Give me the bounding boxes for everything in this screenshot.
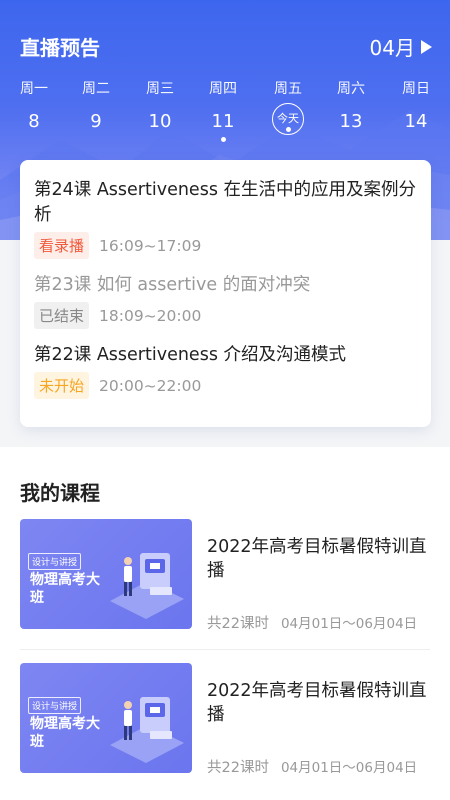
lesson-title: 第23课 如何 assertive 的面对冲突 — [34, 275, 311, 295]
course-thumbnail: 设计与讲授 物理高考大班 — [20, 519, 192, 629]
schedule-card: 第24课 Assertiveness 在生活中的应用及案例分析 看录播 16:0… — [20, 160, 431, 427]
date-number: 10 — [148, 111, 172, 132]
day-fri-today[interactable]: 周五 今天 — [268, 78, 308, 135]
week-calendar: 周一 8 周二 9 周三 10 周四 11 周五 今天 周六 13 周日 14 — [0, 78, 450, 142]
date-number: 13 — [339, 111, 363, 132]
lesson-time: 18:09~20:00 — [99, 306, 202, 325]
lesson-count: 共22课时 — [207, 760, 269, 776]
course-title: 2022年高考目标暑假特训直播 — [207, 681, 427, 725]
lesson-count: 共22课时 — [207, 616, 269, 632]
day-thu[interactable]: 周四 11 — [203, 78, 243, 142]
ended-badge: 已结束 — [34, 302, 90, 329]
course-dates: 04月01日～06月04日 — [280, 760, 418, 776]
course-dates: 04月01日～06月04日 — [280, 616, 418, 632]
date-number: 9 — [90, 111, 102, 132]
course-meta: 共22课时 04月01日～06月04日 — [207, 756, 417, 777]
upcoming-badge: 未开始 — [34, 372, 90, 399]
weekday-label: 周四 — [209, 81, 237, 97]
weekday-label: 周一 — [20, 81, 48, 97]
month-label: 04月 — [369, 36, 415, 60]
day-mon[interactable]: 周一 8 — [14, 78, 54, 134]
lesson-item[interactable]: 第24课 Assertiveness 在生活中的应用及案例分析 看录播 16:0… — [34, 178, 417, 259]
lesson-item[interactable]: 第23课 如何 assertive 的面对冲突 已结束 18:09~20:00 — [34, 273, 417, 329]
weekday-label: 周日 — [402, 81, 430, 97]
date-number: 14 — [404, 111, 428, 132]
weekday-label: 周三 — [146, 81, 174, 97]
thumb-tag: 设计与讲授 — [28, 697, 82, 714]
thumb-subject: 物理高考大班 — [30, 572, 100, 606]
date-number: 8 — [28, 111, 40, 132]
weekday-label: 周五 — [274, 81, 302, 97]
course-card[interactable]: 设计与讲授 物理高考大班 2022年高考目标暑假特训直播 共22课时 04月01日… — [20, 663, 430, 783]
lesson-title: 第24课 Assertiveness 在生活中的应用及案例分析 — [34, 180, 416, 225]
day-wed[interactable]: 周三 10 — [140, 78, 180, 134]
lesson-time: 20:00~22:00 — [99, 376, 202, 395]
section-heading: 我的课程 — [20, 481, 100, 505]
event-dot-icon — [220, 137, 226, 142]
lesson-title: 第22课 Assertiveness 介绍及沟通模式 — [34, 345, 347, 365]
play-arrow-icon — [421, 39, 432, 54]
event-dot-icon — [285, 127, 291, 132]
teacher-illustration-icon — [110, 553, 184, 619]
lesson-time: 16:09~17:09 — [99, 236, 202, 255]
my-courses-section: 我的课程 设计与讲授 物理高考大班 2022年高考目标暑假特训直播 共22课时 0… — [0, 447, 450, 800]
lesson-item[interactable]: 第22课 Assertiveness 介绍及沟通模式 未开始 20:00~22:… — [34, 343, 417, 399]
day-sat[interactable]: 周六 13 — [331, 78, 371, 134]
day-tue[interactable]: 周二 9 — [76, 78, 116, 134]
weekday-label: 周六 — [337, 81, 365, 97]
replay-badge[interactable]: 看录播 — [34, 232, 90, 259]
course-meta: 共22课时 04月01日～06月04日 — [207, 612, 417, 633]
teacher-illustration-icon — [110, 697, 184, 763]
month-selector[interactable]: 04月 — [370, 32, 432, 61]
thumb-subject: 物理高考大班 — [30, 716, 100, 750]
course-card[interactable]: 设计与讲授 物理高考大班 2022年高考目标暑假特训直播 共22课时 04月01日… — [20, 519, 430, 639]
weekday-label: 周二 — [82, 81, 110, 97]
day-sun[interactable]: 周日 14 — [396, 78, 436, 134]
divider — [20, 649, 430, 650]
course-thumbnail: 设计与讲授 物理高考大班 — [20, 663, 192, 773]
date-number: 11 — [211, 111, 235, 132]
page-title: 直播预告 — [20, 36, 100, 60]
thumb-tag: 设计与讲授 — [28, 553, 82, 570]
course-title: 2022年高考目标暑假特训直播 — [207, 537, 427, 581]
